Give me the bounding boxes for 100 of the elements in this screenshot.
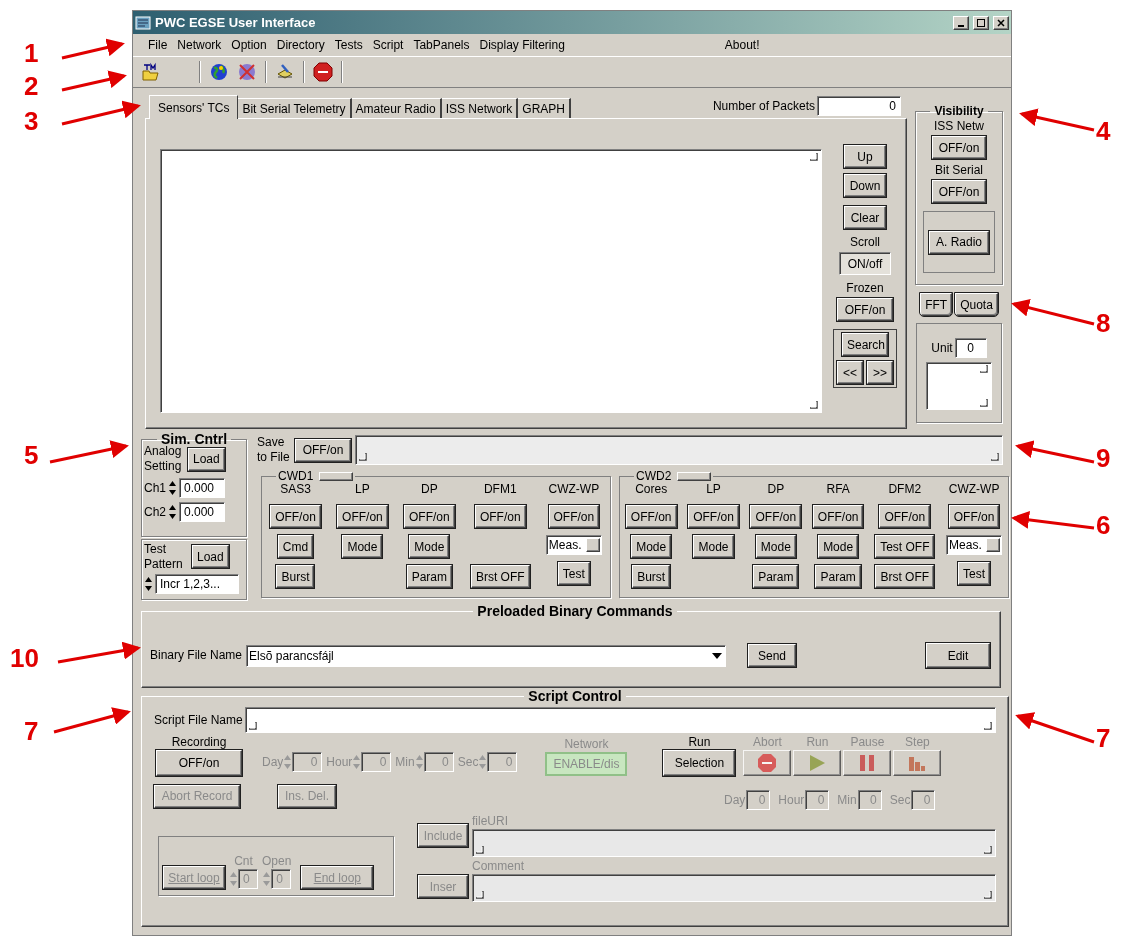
menu-item[interactable]: Directory	[271, 36, 330, 54]
button[interactable]: OFF/on	[837, 298, 893, 321]
save-file-field[interactable]	[355, 435, 1003, 465]
binary-file-dropdown[interactable]: Elsõ parancsfájl	[246, 644, 727, 667]
crossed-globe-icon[interactable]	[237, 62, 257, 82]
button[interactable]: Param	[406, 565, 452, 588]
control-label: Abort	[753, 735, 782, 750]
folder-icon[interactable]	[141, 62, 161, 82]
button[interactable]: Param	[753, 565, 799, 588]
stop-icon[interactable]	[313, 62, 333, 82]
button[interactable]: Mode	[818, 535, 859, 558]
button[interactable]: OFF/on	[750, 505, 802, 528]
button[interactable]: OFF/on	[879, 505, 931, 528]
timer-label: Day	[724, 792, 746, 808]
button[interactable]: Mode	[693, 535, 734, 558]
button[interactable]: Quota	[955, 293, 998, 316]
button[interactable]: Selection	[663, 750, 736, 776]
button[interactable]: OFF/on	[156, 750, 242, 776]
menu-item[interactable]: Script	[367, 36, 409, 54]
timer-label: Min	[395, 754, 415, 770]
button[interactable]: OFF/on	[337, 505, 388, 528]
button[interactable]: OFF/on	[404, 505, 455, 528]
minimize-button[interactable]	[953, 15, 969, 30]
button[interactable]: Burst	[276, 565, 315, 588]
button[interactable]: OFF/on	[474, 505, 526, 528]
group-title: Sim. Cntrl	[160, 432, 229, 446]
file-uri-field[interactable]	[472, 829, 996, 857]
close-button[interactable]	[993, 15, 1009, 30]
stop-icon	[757, 753, 778, 773]
button[interactable]: <<	[837, 361, 863, 384]
button[interactable]: OFF/on	[932, 136, 986, 159]
button[interactable]: Edit	[926, 643, 991, 668]
menu-item[interactable]: TabPanels	[408, 36, 475, 54]
channel-name: DFM1	[483, 482, 517, 498]
globe-icon[interactable]	[209, 62, 229, 82]
menu-item[interactable]: Option	[226, 36, 272, 54]
button[interactable]: OFF/on	[688, 505, 739, 528]
menu-item[interactable]: Display Filtering	[474, 36, 570, 54]
button[interactable]: Clear	[844, 206, 886, 229]
button[interactable]: Load	[188, 447, 225, 471]
button[interactable]: Brst OFF	[875, 565, 935, 588]
annotation-number: 7	[1096, 725, 1111, 751]
button[interactable]: Cmd	[277, 535, 314, 558]
button[interactable]: OFF/on	[548, 505, 600, 528]
button[interactable]: A. Radio	[929, 230, 989, 254]
group-title: CWD1	[278, 470, 314, 482]
button[interactable]: OFF/on	[270, 505, 321, 528]
button[interactable]: Search	[842, 333, 888, 356]
measure-field[interactable]: Meas.	[545, 535, 602, 555]
button[interactable]: Test OFF	[875, 535, 935, 558]
menu-item[interactable]: Tests	[329, 36, 368, 54]
button[interactable]: ON/off	[839, 252, 891, 275]
number-field[interactable]: 0.000	[179, 502, 225, 522]
pattern-field[interactable]: Incr 1,2,3...	[155, 573, 239, 594]
button[interactable]: FFT	[920, 293, 953, 316]
button[interactable]: Param	[815, 565, 861, 588]
button[interactable]: Test	[557, 562, 590, 585]
packets-field[interactable]: 0	[817, 96, 901, 116]
maximize-button[interactable]	[973, 15, 989, 30]
button[interactable]: Mode	[631, 535, 672, 558]
button[interactable]: OFF/on	[812, 505, 864, 528]
menu-item[interactable]: About!	[724, 36, 760, 54]
button[interactable]: Load	[192, 545, 229, 569]
button[interactable]: Brst OFF	[470, 565, 530, 588]
button[interactable]: Up	[844, 145, 886, 168]
button[interactable]: >>	[867, 361, 893, 384]
button[interactable]: OFF/on	[625, 505, 677, 528]
button[interactable]: OFF/on	[295, 438, 351, 462]
unit-field[interactable]: 0	[954, 338, 987, 358]
unit-list[interactable]	[926, 362, 992, 410]
open-label: Open	[262, 854, 292, 869]
comment-field[interactable]	[472, 874, 996, 902]
grip-handle[interactable]	[319, 471, 354, 481]
button[interactable]: OFF/on	[948, 505, 1000, 528]
visibility-label: Bit Serial	[935, 163, 983, 178]
save-label: Save to File	[257, 435, 291, 465]
button[interactable]: Mode	[755, 535, 796, 558]
grip-handle[interactable]	[677, 471, 712, 481]
spin-button[interactable]	[144, 574, 153, 593]
file-uri-label: fileURI	[472, 814, 509, 829]
button[interactable]: Mode	[342, 535, 383, 558]
spin-button[interactable]	[168, 479, 177, 497]
spin-button[interactable]	[168, 503, 177, 521]
button[interactable]: Burst	[632, 565, 671, 588]
tab[interactable]: Sensors' TCs	[149, 95, 239, 119]
timer-label: Sec	[457, 754, 479, 770]
number-field[interactable]: 0.000	[179, 478, 225, 498]
button[interactable]: OFF/on	[932, 180, 986, 203]
script-file-field[interactable]	[244, 707, 996, 733]
measure-field[interactable]: Meas.	[946, 535, 1003, 555]
close-icon	[997, 18, 1005, 27]
button[interactable]: Mode	[409, 535, 450, 558]
packets-label: Number of Packets	[712, 99, 815, 114]
menu-item[interactable]: File	[143, 36, 173, 54]
button[interactable]: Send	[748, 644, 797, 667]
menu-item[interactable]: Network	[172, 36, 227, 54]
annotation-number: 9	[1096, 445, 1111, 471]
dropdown-value: Elsõ parancsfájl	[249, 647, 334, 665]
button[interactable]: Test	[958, 562, 991, 585]
button[interactable]: Down	[844, 174, 886, 197]
